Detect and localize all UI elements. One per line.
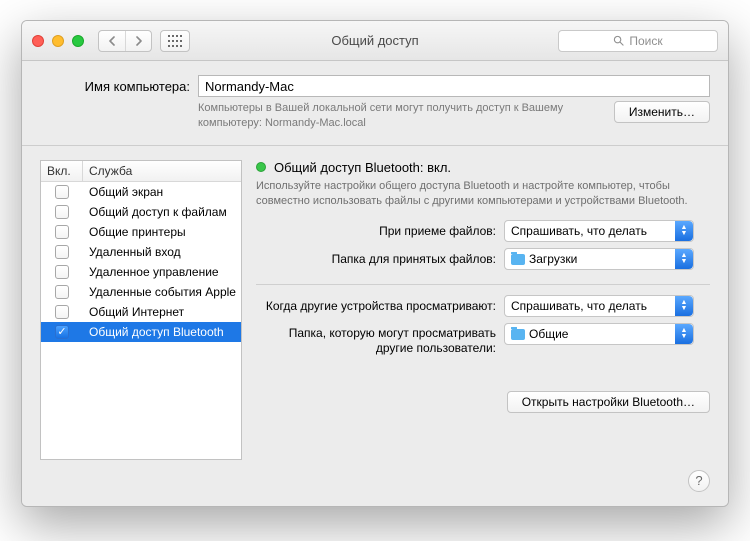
select-handle-icon: ▲▼ bbox=[675, 324, 693, 344]
search-icon bbox=[613, 35, 624, 46]
search-placeholder: Поиск bbox=[629, 34, 662, 48]
service-name: Удаленный вход bbox=[83, 245, 241, 259]
separator bbox=[256, 284, 710, 285]
service-row[interactable]: Общие принтеры bbox=[41, 222, 241, 242]
titlebar: Общий доступ Поиск bbox=[22, 21, 728, 61]
forward-button[interactable] bbox=[125, 31, 151, 51]
browse-label: Когда другие устройства просматривают: bbox=[256, 299, 496, 313]
detail-title-row: Общий доступ Bluetooth: вкл. bbox=[256, 160, 710, 175]
service-row[interactable]: Общий Интернет bbox=[41, 302, 241, 322]
computer-name-label: Имя компьютера: bbox=[40, 79, 190, 94]
service-row[interactable]: Удаленные события Apple bbox=[41, 282, 241, 302]
service-checkbox[interactable] bbox=[55, 205, 69, 219]
service-name: Общий экран bbox=[83, 185, 241, 199]
service-name: Общий Интернет bbox=[83, 305, 241, 319]
receive-label: При приеме файлов: bbox=[256, 224, 496, 238]
share-folder-value: Общие bbox=[529, 327, 568, 341]
back-button[interactable] bbox=[99, 31, 125, 51]
chevron-left-icon bbox=[108, 36, 116, 46]
service-checkbox[interactable] bbox=[55, 225, 69, 239]
computer-name-input[interactable] bbox=[198, 75, 710, 97]
folder-icon bbox=[511, 329, 525, 340]
service-row[interactable]: Удаленный вход bbox=[41, 242, 241, 262]
receive-select[interactable]: Спрашивать, что делать ▲▼ bbox=[504, 220, 694, 242]
help-button[interactable]: ? bbox=[688, 470, 710, 492]
main-area: Вкл. Служба Общий экран Общий доступ к фа… bbox=[22, 146, 728, 506]
computer-name-section: Имя компьютера: Компьютеры в Вашей локал… bbox=[22, 61, 728, 146]
select-handle-icon: ▲▼ bbox=[675, 249, 693, 269]
computer-name-note: Компьютеры в Вашей локальной сети могут … bbox=[198, 101, 614, 131]
accepted-folder-value: Загрузки bbox=[529, 252, 577, 266]
open-bluetooth-settings-button[interactable]: Открыть настройки Bluetooth… bbox=[507, 391, 710, 413]
browse-select[interactable]: Спрашивать, что делать ▲▼ bbox=[504, 295, 694, 317]
accepted-folder-label: Папка для принятых файлов: bbox=[256, 252, 496, 266]
accepted-folder-select[interactable]: Загрузки ▲▼ bbox=[504, 248, 694, 270]
detail-title: Общий доступ Bluetooth: вкл. bbox=[274, 160, 451, 175]
service-checkbox[interactable] bbox=[55, 245, 69, 259]
service-name: Общие принтеры bbox=[83, 225, 241, 239]
chevron-right-icon bbox=[135, 36, 143, 46]
service-name: Общий доступ к файлам bbox=[83, 205, 241, 219]
nav-back-forward bbox=[98, 30, 152, 52]
share-folder-label: Папка, которую могут просматривать други… bbox=[256, 323, 496, 355]
service-name: Общий доступ Bluetooth bbox=[83, 325, 241, 339]
service-checkbox[interactable] bbox=[55, 285, 69, 299]
service-name: Удаленные события Apple bbox=[83, 285, 241, 299]
service-checkbox[interactable]: ✓ bbox=[55, 325, 69, 339]
close-icon[interactable] bbox=[32, 35, 44, 47]
service-checkbox[interactable] bbox=[55, 305, 69, 319]
grid-icon bbox=[168, 35, 182, 47]
detail-pane: Общий доступ Bluetooth: вкл. Используйте… bbox=[256, 160, 710, 488]
receive-value: Спрашивать, что делать bbox=[511, 224, 647, 238]
services-header: Вкл. Служба bbox=[41, 161, 241, 182]
status-dot-on-icon bbox=[256, 162, 266, 172]
detail-description: Используйте настройки общего доступа Blu… bbox=[256, 179, 710, 209]
select-handle-icon: ▲▼ bbox=[675, 221, 693, 241]
traffic-lights bbox=[32, 35, 84, 47]
minimize-icon[interactable] bbox=[52, 35, 64, 47]
services-table: Вкл. Служба Общий экран Общий доступ к фа… bbox=[40, 160, 242, 460]
service-checkbox[interactable] bbox=[55, 185, 69, 199]
preferences-window: Общий доступ Поиск Имя компьютера: Компь… bbox=[21, 20, 729, 507]
browse-value: Спрашивать, что делать bbox=[511, 299, 647, 313]
folder-icon bbox=[511, 254, 525, 265]
services-body: Общий экран Общий доступ к файлам Общие пр… bbox=[41, 182, 241, 342]
show-all-button[interactable] bbox=[160, 30, 190, 52]
select-handle-icon: ▲▼ bbox=[675, 296, 693, 316]
search-input[interactable]: Поиск bbox=[558, 30, 718, 52]
service-name: Удаленное управление bbox=[83, 265, 241, 279]
column-header-on[interactable]: Вкл. bbox=[41, 161, 83, 181]
service-checkbox[interactable] bbox=[55, 265, 69, 279]
service-row[interactable]: Общий доступ к файлам bbox=[41, 202, 241, 222]
service-row[interactable]: Общий экран bbox=[41, 182, 241, 202]
column-header-service[interactable]: Служба bbox=[83, 161, 241, 181]
zoom-icon[interactable] bbox=[72, 35, 84, 47]
service-row[interactable]: Удаленное управление bbox=[41, 262, 241, 282]
service-row[interactable]: ✓ Общий доступ Bluetooth bbox=[41, 322, 241, 342]
edit-button[interactable]: Изменить… bbox=[614, 101, 710, 123]
share-folder-select[interactable]: Общие ▲▼ bbox=[504, 323, 694, 345]
